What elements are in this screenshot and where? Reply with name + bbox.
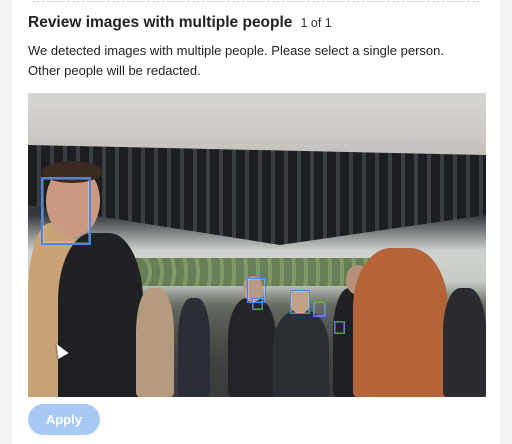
person-silhouette [443, 288, 486, 397]
group-photo [28, 93, 486, 397]
person-silhouette [228, 298, 276, 397]
review-dialog: Review images with multiple people 1 of … [12, 0, 500, 444]
dialog-title: Review images with multiple people [28, 14, 293, 31]
face-detection-box[interactable] [290, 290, 310, 314]
face-detection-box[interactable] [252, 298, 263, 310]
apply-button[interactable]: Apply [28, 404, 100, 435]
person-silhouette [178, 298, 210, 397]
person-silhouette [58, 233, 143, 397]
person-silhouette [273, 311, 329, 397]
dialog-description: We detected images with multiple people.… [28, 43, 444, 78]
person-silhouette [136, 288, 174, 397]
image-counter: 1 of 1 [300, 16, 332, 30]
face-detection-box[interactable] [334, 321, 345, 334]
face-detection-box[interactable] [41, 177, 91, 245]
face-detection-box[interactable] [313, 301, 326, 317]
divider [32, 1, 480, 2]
person-silhouette [353, 248, 448, 397]
dialog-header: Review images with multiple people 1 of … [28, 14, 332, 32]
